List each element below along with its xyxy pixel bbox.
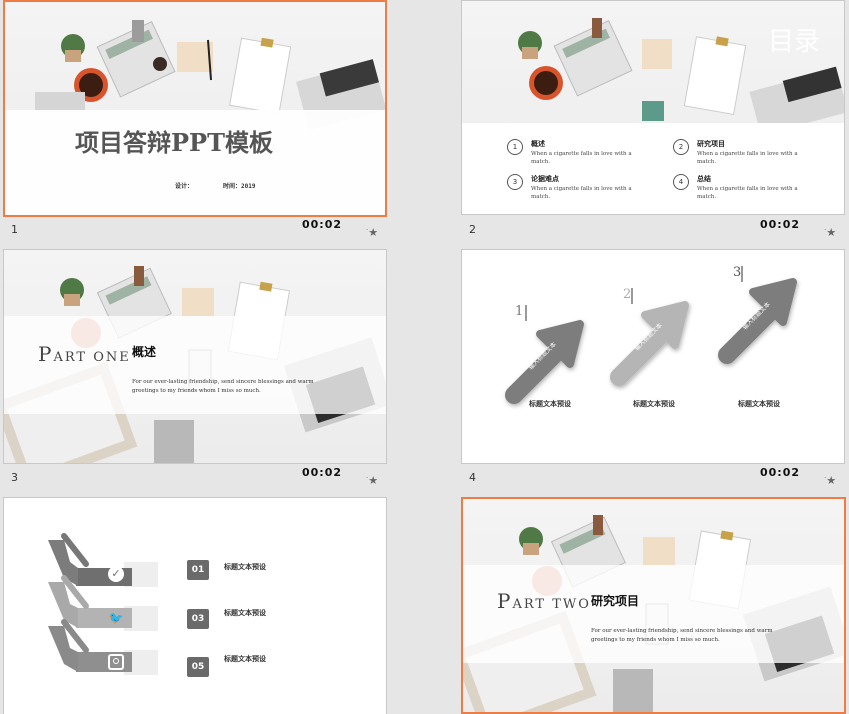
toc-heading: 论据难点 (531, 175, 559, 183)
toc-number: 3 (507, 174, 523, 190)
toc-number: 2 (673, 139, 689, 155)
slide-thumbnail-3[interactable]: PART ONE 概述 For our ever-lasting friends… (3, 249, 387, 464)
slide-title: 项目答辩PPT模板 (75, 128, 273, 157)
slide-duration-3: 00:02 (302, 466, 343, 479)
toc-heading: 研究项目 (697, 140, 725, 148)
slide-duration-1: 00:02 (302, 218, 343, 231)
toc-description: When a cigarette falls in love with a ma… (697, 186, 798, 200)
list-label: 标题文本预设 (224, 655, 266, 663)
arrow-number-3: 3 (733, 265, 742, 280)
slide-number-1: 1 (11, 223, 18, 236)
list-badge: 03 (187, 609, 209, 629)
check-icon: ✓ (108, 566, 124, 582)
section-title: 研究项目 (591, 594, 640, 608)
arrow-shape-1 (505, 320, 584, 404)
slide-number-4: 4 (469, 471, 476, 484)
arrow-shape-2 (610, 301, 689, 386)
toc-description: When a cigarette falls in love with a ma… (697, 151, 798, 165)
section-description: For our ever-lasting friendship, send si… (591, 628, 773, 643)
arrow-number-2: 2 (623, 287, 632, 302)
part-initial: P (497, 589, 513, 613)
slide-thumbnail-1[interactable]: 项目答辩PPT模板 设计： 时间：2019 (3, 0, 387, 217)
toc-heading: 概述 (531, 140, 545, 148)
designer-label: 设计： (175, 183, 194, 190)
title-band (463, 565, 844, 663)
arrow-number-1: 1 (515, 304, 524, 319)
section-title: 概述 (132, 345, 157, 359)
slide-thumbnail-6[interactable]: PART TWO 研究项目 For our ever-lasting frien… (461, 497, 846, 714)
arrow-caption-3: 标题文本预设 (738, 400, 780, 408)
part-initial: P (38, 342, 54, 366)
star-icon[interactable]: ·★ (366, 226, 378, 239)
arrow-caption-2: 标题文本预设 (633, 400, 675, 408)
time-label: 时间：2019 (223, 183, 256, 190)
bird-icon: 🐦 (108, 611, 124, 625)
slide-duration-4: 00:02 (760, 466, 801, 479)
toc-title: 目录 (768, 27, 821, 57)
toc-description: When a cigarette falls in love with a ma… (531, 186, 632, 200)
toc-heading: 总结 (697, 175, 711, 183)
slide-duration-2: 00:02 (760, 218, 801, 231)
arrow-shape-3 (718, 278, 797, 364)
slide-thumbnail-5[interactable]: ✓ 🐦 01 标题文本预设 03 标题文本预设 05 标题文本预设 (3, 497, 387, 714)
slide-number-3: 3 (11, 471, 18, 484)
star-icon[interactable]: ·★ (366, 474, 378, 487)
section-description: For our ever-lasting friendship, send si… (132, 379, 314, 394)
part-rest: ART ONE (53, 350, 131, 365)
star-icon[interactable]: ·★ (824, 474, 836, 487)
list-badge: 01 (187, 560, 209, 580)
star-icon[interactable]: ·★ (824, 226, 836, 239)
list-label: 标题文本预设 (224, 563, 266, 571)
toc-number: 4 (673, 174, 689, 190)
part-label: PART ONE (38, 342, 131, 366)
arrow-graphics (505, 266, 797, 404)
part-label: PART TWO (497, 589, 591, 613)
slide-number-2: 2 (469, 223, 476, 236)
list-badge: 05 (187, 657, 209, 677)
part-rest: ART TWO (512, 597, 591, 612)
content-band (462, 123, 844, 214)
slide-thumbnail-2[interactable]: 目录 1 概述 When a cigarette falls in love w… (461, 0, 845, 215)
arrow-caption-1: 标题文本预设 (529, 400, 571, 408)
camera-icon (108, 654, 124, 670)
toc-description: When a cigarette falls in love with a ma… (531, 151, 632, 165)
toc-number: 1 (507, 139, 523, 155)
list-label: 标题文本预设 (224, 609, 266, 617)
slide-thumbnail-4[interactable]: 1 2 3 输入标题文本 输入标题文本 输入标题文本 标题文本预设 标题文本预设… (461, 249, 845, 464)
